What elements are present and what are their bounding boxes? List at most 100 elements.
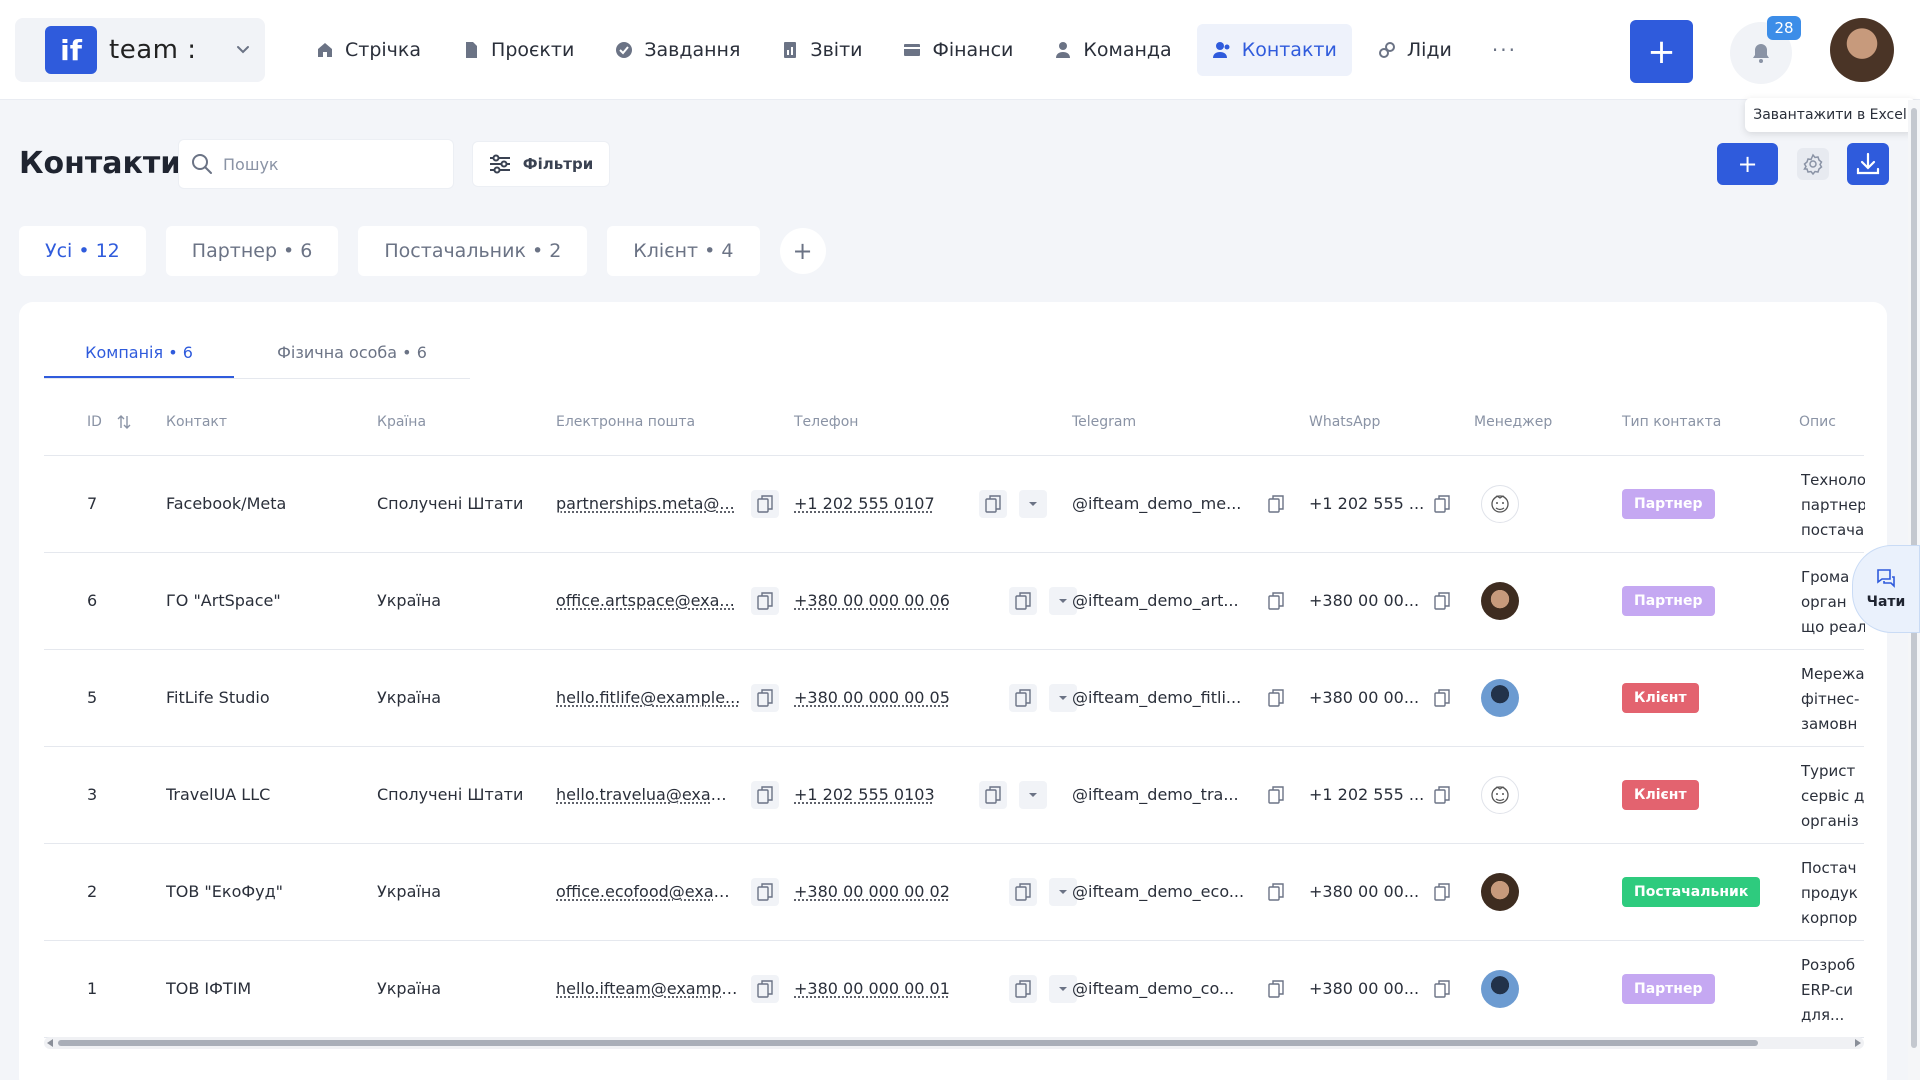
nav-item-feed[interactable]: Стрічка bbox=[300, 24, 436, 76]
tab-company[interactable]: Компанія • 6 bbox=[44, 334, 234, 378]
copy-phone-button[interactable] bbox=[1009, 975, 1037, 1003]
copy-whatsapp-button[interactable] bbox=[1428, 587, 1456, 615]
table-row[interactable]: 1 ТОВ ІФТІМ Україна hello.ifteam@exampl... +… bbox=[44, 941, 1864, 1038]
cell-phone[interactable]: +380 00 000 00 05 bbox=[794, 688, 950, 707]
cell-whatsapp[interactable]: +1 202 555 ... bbox=[1309, 785, 1429, 804]
segment-partner[interactable]: Партнер • 6 bbox=[165, 226, 339, 276]
copy-phone-button[interactable] bbox=[1009, 878, 1037, 906]
add-contact-button[interactable]: + bbox=[1717, 143, 1778, 185]
cell-email[interactable]: hello.ifteam@exampl... bbox=[556, 979, 741, 998]
manager-avatar[interactable] bbox=[1481, 873, 1519, 911]
chats-widget[interactable]: Чати bbox=[1852, 545, 1920, 633]
cell-contact[interactable]: ТОВ "ЕкоФуд" bbox=[166, 882, 366, 901]
nav-item-projects[interactable]: Проєкти bbox=[446, 24, 589, 76]
segment-client[interactable]: Клієнт • 4 bbox=[607, 226, 760, 276]
copy-phone-button[interactable] bbox=[1009, 684, 1037, 712]
cell-email[interactable]: hello.travelua@exam... bbox=[556, 785, 741, 804]
column-header-email[interactable]: Електронна пошта bbox=[556, 414, 695, 430]
table-row[interactable]: 2 ТОВ "ЕкоФуд" Україна office.ecofood@exam.… bbox=[44, 844, 1864, 941]
segment-supplier[interactable]: Постачальник • 2 bbox=[358, 226, 588, 276]
copy-phone-button[interactable] bbox=[1009, 587, 1037, 615]
cell-telegram[interactable]: @ifteam_demo_me... bbox=[1072, 494, 1252, 513]
table-row[interactable]: 7 Facebook/Meta Сполучені Штати partnership… bbox=[44, 456, 1865, 553]
manager-avatar[interactable] bbox=[1481, 776, 1519, 814]
column-header-telegram[interactable]: Telegram bbox=[1072, 414, 1136, 430]
segment-all[interactable]: Усі • 12 bbox=[19, 226, 146, 276]
copy-telegram-button[interactable] bbox=[1262, 781, 1290, 809]
cell-telegram[interactable]: @ifteam_demo_fitli... bbox=[1072, 688, 1252, 707]
column-header-id[interactable]: ID bbox=[87, 414, 132, 430]
copy-phone-button[interactable] bbox=[979, 490, 1007, 518]
cell-telegram[interactable]: @ifteam_demo_tra... bbox=[1072, 785, 1252, 804]
copy-whatsapp-button[interactable] bbox=[1428, 878, 1456, 906]
horizontal-scroll-thumb[interactable] bbox=[58, 1040, 1758, 1046]
cell-contact[interactable]: ТОВ ІФТІМ bbox=[166, 979, 366, 998]
copy-whatsapp-button[interactable] bbox=[1428, 490, 1456, 518]
manager-avatar[interactable] bbox=[1481, 679, 1519, 717]
cell-telegram[interactable]: @ifteam_demo_art... bbox=[1072, 591, 1252, 610]
nav-item-reports[interactable]: Звіти bbox=[765, 24, 877, 76]
copy-telegram-button[interactable] bbox=[1262, 684, 1290, 712]
column-header-description[interactable]: Опис bbox=[1799, 414, 1836, 430]
global-add-button[interactable]: + bbox=[1630, 20, 1693, 83]
cell-contact[interactable]: ГО "ArtSpace" bbox=[166, 591, 366, 610]
phone-options-dropdown[interactable] bbox=[1019, 781, 1047, 809]
horizontal-scrollbar[interactable] bbox=[44, 1037, 1864, 1049]
manager-avatar[interactable] bbox=[1481, 582, 1519, 620]
cell-whatsapp[interactable]: +380 00 00... bbox=[1309, 688, 1429, 707]
copy-telegram-button[interactable] bbox=[1262, 587, 1290, 615]
table-row[interactable]: 5 FitLife Studio Україна hello.fitlife@exam… bbox=[44, 650, 1865, 747]
add-segment-button[interactable]: + bbox=[779, 228, 826, 274]
nav-item-tasks[interactable]: Завдання bbox=[599, 24, 755, 76]
scroll-right-arrow[interactable] bbox=[1855, 1039, 1861, 1047]
column-header-whatsapp[interactable]: WhatsApp bbox=[1309, 414, 1380, 430]
copy-telegram-button[interactable] bbox=[1262, 975, 1290, 1003]
copy-email-button[interactable] bbox=[751, 684, 779, 712]
scroll-left-arrow[interactable] bbox=[47, 1039, 53, 1047]
column-header-country[interactable]: Країна bbox=[377, 414, 426, 430]
copy-telegram-button[interactable] bbox=[1262, 490, 1290, 518]
cell-contact[interactable]: Facebook/Meta bbox=[166, 494, 366, 513]
table-settings-button[interactable] bbox=[1797, 148, 1829, 180]
copy-email-button[interactable] bbox=[751, 781, 779, 809]
search-input[interactable] bbox=[223, 154, 423, 174]
column-header-manager[interactable]: Менеджер bbox=[1474, 414, 1552, 430]
cell-phone[interactable]: +380 00 000 00 06 bbox=[794, 591, 950, 610]
copy-whatsapp-button[interactable] bbox=[1428, 684, 1456, 712]
cell-contact[interactable]: FitLife Studio bbox=[166, 688, 366, 707]
user-avatar[interactable] bbox=[1830, 18, 1894, 82]
cell-email[interactable]: office.artspace@exa... bbox=[556, 591, 741, 610]
copy-email-button[interactable] bbox=[751, 878, 779, 906]
column-header-contact[interactable]: Контакт bbox=[166, 414, 227, 430]
nav-item-leads[interactable]: Ліди bbox=[1362, 24, 1467, 76]
cell-email[interactable]: office.ecofood@exam... bbox=[556, 882, 741, 901]
copy-telegram-button[interactable] bbox=[1262, 878, 1290, 906]
phone-options-dropdown[interactable] bbox=[1019, 490, 1047, 518]
manager-avatar[interactable] bbox=[1481, 485, 1519, 523]
cell-whatsapp[interactable]: +1 202 555 ... bbox=[1309, 494, 1429, 513]
nav-item-finance[interactable]: Фінанси bbox=[887, 24, 1028, 76]
tab-individual[interactable]: Фізична особа • 6 bbox=[234, 334, 470, 378]
copy-email-button[interactable] bbox=[751, 587, 779, 615]
nav-item-team[interactable]: Команда bbox=[1038, 24, 1186, 76]
column-header-phone[interactable]: Телефон bbox=[794, 414, 858, 430]
nav-more-button[interactable]: ··· bbox=[1477, 24, 1532, 76]
cell-whatsapp[interactable]: +380 00 00... bbox=[1309, 591, 1429, 610]
download-excel-button[interactable] bbox=[1847, 143, 1889, 185]
cell-whatsapp[interactable]: +380 00 00... bbox=[1309, 979, 1429, 998]
cell-phone[interactable]: +380 00 000 00 02 bbox=[794, 882, 950, 901]
copy-phone-button[interactable] bbox=[979, 781, 1007, 809]
cell-whatsapp[interactable]: +380 00 00... bbox=[1309, 882, 1429, 901]
column-header-contact-type[interactable]: Тип контакта bbox=[1622, 414, 1721, 430]
cell-email[interactable]: hello.fitlife@example... bbox=[556, 688, 741, 707]
table-row[interactable]: 3 TravelUA LLC Сполучені Штати hello.travel… bbox=[44, 747, 1864, 844]
cell-telegram[interactable]: @ifteam_demo_co... bbox=[1072, 979, 1252, 998]
cell-email[interactable]: partnerships.meta@... bbox=[556, 494, 741, 513]
cell-phone[interactable]: +1 202 555 0107 bbox=[794, 494, 935, 513]
copy-whatsapp-button[interactable] bbox=[1428, 781, 1456, 809]
copy-email-button[interactable] bbox=[751, 975, 779, 1003]
copy-whatsapp-button[interactable] bbox=[1428, 975, 1456, 1003]
filters-button[interactable]: Фільтри bbox=[472, 141, 610, 187]
cell-phone[interactable]: +380 00 000 00 01 bbox=[794, 979, 950, 998]
nav-item-contacts[interactable]: Контакти bbox=[1196, 24, 1352, 76]
